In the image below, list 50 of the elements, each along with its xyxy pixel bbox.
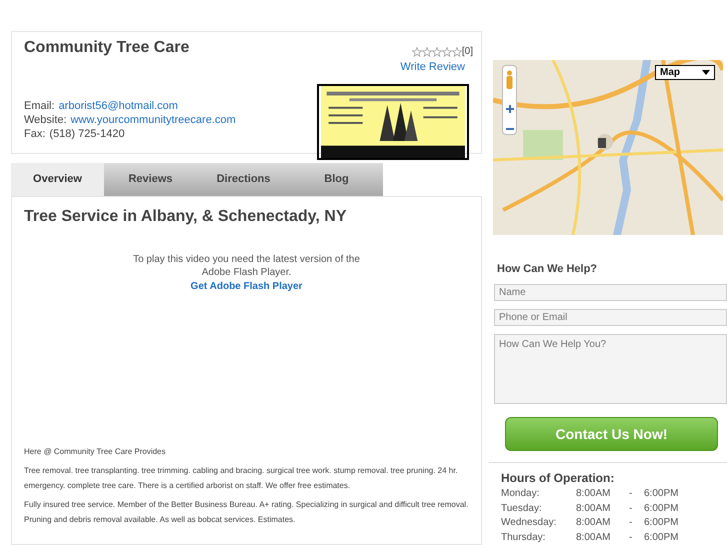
description-paragraph: Fully insured tree service. Member of the Better Business Bureau. A+ rating. Specializing in surgical and difficult tree removal. Pruning and debris removal available. As well as bobcat services. Estimates. (24, 499, 469, 526)
contact-label: Website: (24, 113, 67, 127)
tab[interactable]: Directions (197, 163, 290, 196)
star-icon (452, 46, 462, 56)
time-separator: - (629, 530, 634, 544)
description-paragraph: Tree removal. tree transplanting. tree trimming. cabling and bracing. surgical tree work. stump removal. tree pruning. 24 hr. emergency. complete tree care. There is a certified arborist on staff. We offer free estimates. (24, 465, 459, 492)
tab[interactable]: Blog (290, 163, 383, 196)
open-time: 8:00AM (576, 487, 612, 501)
zoom-control[interactable] (502, 65, 517, 135)
input-field[interactable]: Name (494, 284, 727, 302)
time-separator: - (629, 502, 634, 516)
contact-label: Email: (24, 99, 55, 113)
day-label: Wednesday: (501, 516, 558, 530)
day-label: Tuesday: (501, 502, 543, 516)
map-type-dropdown[interactable]: Map (655, 65, 715, 80)
map[interactable]: Map (493, 60, 723, 235)
contact-link[interactable]: www.yourcommunitytreecare.com (70, 113, 236, 127)
hours-title: Hours of Operation: (501, 470, 616, 487)
tab[interactable]: Overview (11, 163, 104, 196)
business-name: Community Tree Care (24, 38, 190, 58)
open-time: 8:00AM (576, 530, 612, 544)
open-time: 8:00AM (576, 502, 612, 516)
star-icon (442, 46, 452, 56)
star-icon (422, 46, 432, 56)
time-separator: - (629, 487, 634, 501)
flash-link[interactable]: Get Adobe Flash Player (190, 279, 302, 294)
review-count: [0] (462, 45, 473, 59)
message-field[interactable]: How Can We Help You? (494, 334, 727, 404)
tab[interactable]: Reviews (104, 163, 197, 196)
form-title: How Can We Help? (497, 262, 598, 277)
close-time: 6:00PM (644, 516, 678, 530)
contact-link[interactable]: arborist56@hotmail.com (58, 99, 178, 113)
caret-icon (702, 70, 710, 75)
close-time: 6:00PM (644, 530, 678, 544)
open-time: 8:00AM (576, 516, 612, 530)
zoom-in-icon[interactable] (506, 105, 514, 113)
close-time: 6:00PM (644, 502, 678, 516)
contact-label: Fax: (24, 127, 46, 141)
page-heading: Tree Service in Albany, & Schenectady, NY (24, 207, 348, 227)
write-review-link[interactable]: Write Review (400, 59, 465, 76)
day-label: Monday: (501, 487, 540, 501)
description-paragraph: Here @ Community Tree Care Provides (24, 446, 166, 458)
star-icon (432, 46, 442, 56)
input-field[interactable]: Phone or Email (494, 309, 727, 326)
close-time: 6:00PM (644, 487, 678, 501)
time-separator: - (629, 516, 634, 530)
day-label: Thursday: (501, 530, 546, 544)
contact-value: (518) 725-1420 (49, 127, 125, 141)
star-icon (412, 46, 422, 56)
flash-message: To play this video you need the latest version of the Adobe Flash Player. (132, 253, 361, 279)
